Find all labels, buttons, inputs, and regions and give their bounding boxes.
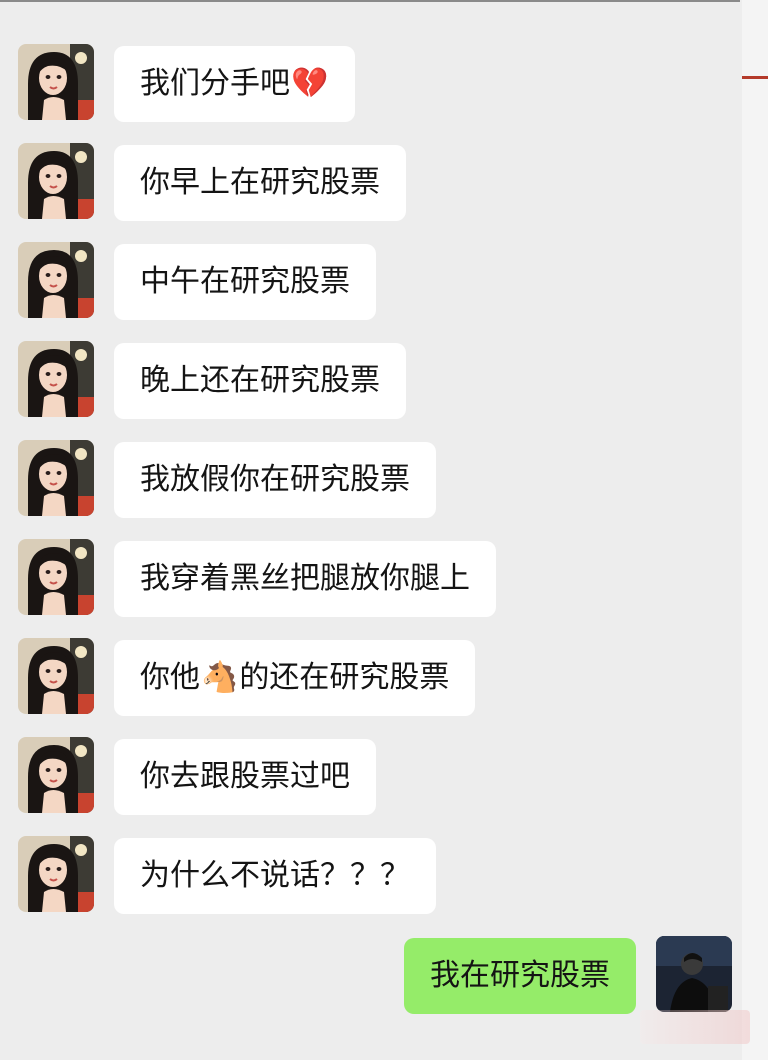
incoming-message-bubble[interactable]: 我放假你在研究股票 <box>114 442 436 518</box>
incoming-message-row: 晚上还在研究股票 <box>0 341 742 421</box>
message-text: 你早上在研究股票 <box>140 165 380 200</box>
message-text: 我放假你在研究股票 <box>140 462 410 497</box>
contact-avatar-icon[interactable] <box>18 638 94 714</box>
incoming-message-bubble[interactable]: 晚上还在研究股票 <box>114 343 406 419</box>
incoming-message-row: 你去跟股票过吧 <box>0 737 742 817</box>
incoming-message-bubble[interactable]: 我穿着黑丝把腿放你腿上 <box>114 541 496 617</box>
contact-avatar-icon[interactable] <box>18 836 94 912</box>
incoming-message-bubble[interactable]: 为什么不说话？？？ <box>114 838 436 914</box>
contact-avatar-icon[interactable] <box>18 242 94 318</box>
contact-avatar-icon[interactable] <box>18 440 94 516</box>
contact-avatar-icon[interactable] <box>18 539 94 615</box>
message-text-after: 的还在研究股票 <box>239 660 450 695</box>
message-text: 我们分手吧 <box>140 66 290 101</box>
message-text: 中午在研究股票 <box>140 264 350 299</box>
contact-avatar-icon[interactable] <box>18 737 94 813</box>
incoming-message-bubble[interactable]: 我们分手吧 💔 <box>114 46 356 122</box>
message-text: 你去跟股票过吧 <box>140 759 350 794</box>
incoming-message-row: 你早上在研究股票 <box>0 143 742 223</box>
incoming-message-bubble[interactable]: 你早上在研究股票 <box>114 145 406 221</box>
incoming-message-row: 我们分手吧 💔 <box>0 44 742 124</box>
message-text-before: 你他 <box>140 660 200 695</box>
horse-emoji-icon: 🐴 <box>201 660 239 695</box>
incoming-message-bubble[interactable]: 你他 🐴 的还在研究股票 <box>114 640 476 716</box>
incoming-message-row: 为什么不说话？？？ <box>0 836 742 916</box>
broken-heart-emoji-icon: 💔 <box>291 66 329 101</box>
incoming-message-row: 我穿着黑丝把腿放你腿上 <box>0 539 742 619</box>
message-text: 为什么不说话？？？ <box>140 858 410 893</box>
outgoing-message-row: 我在研究股票 <box>0 936 742 1016</box>
chat-message-list[interactable]: 我们分手吧 💔 你早上在研究股票 中午在研究股票 晚上还在研究股票 我放假你在研… <box>0 0 742 1060</box>
incoming-message-bubble[interactable]: 中午在研究股票 <box>114 244 376 320</box>
message-text: 我穿着黑丝把腿放你腿上 <box>140 561 470 596</box>
contact-avatar-icon[interactable] <box>18 44 94 120</box>
self-avatar-icon[interactable] <box>656 936 732 1012</box>
message-text: 晚上还在研究股票 <box>140 363 380 398</box>
incoming-message-bubble[interactable]: 你去跟股票过吧 <box>114 739 376 815</box>
incoming-message-row: 你他 🐴 的还在研究股票 <box>0 638 742 718</box>
contact-avatar-icon[interactable] <box>18 143 94 219</box>
contact-avatar-icon[interactable] <box>18 341 94 417</box>
right-edge-mark <box>742 76 768 79</box>
watermark <box>640 1010 750 1044</box>
incoming-message-row: 我放假你在研究股票 <box>0 440 742 520</box>
right-edge-strip <box>742 0 768 1060</box>
message-text: 我在研究股票 <box>430 958 610 993</box>
incoming-message-row: 中午在研究股票 <box>0 242 742 322</box>
outgoing-message-bubble[interactable]: 我在研究股票 <box>404 938 636 1014</box>
